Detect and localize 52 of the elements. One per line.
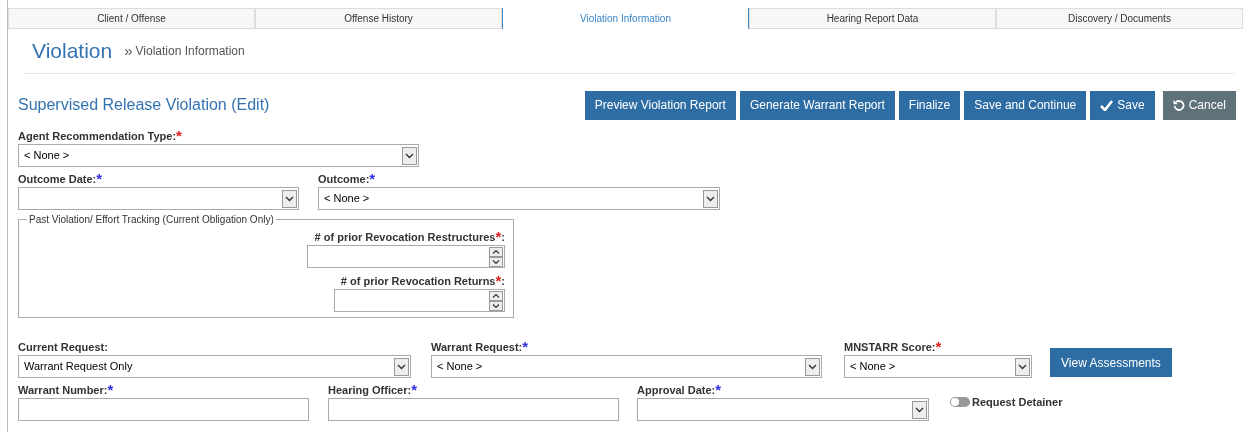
dropdown-caret-icon xyxy=(805,357,820,376)
form-title: Supervised Release Violation (Edit) xyxy=(18,95,271,115)
dropdown[interactable]: < None > xyxy=(844,355,1032,378)
dropdown-caret-icon xyxy=(282,189,297,208)
tab[interactable]: Offense History xyxy=(255,8,502,29)
toggle-switch[interactable] xyxy=(950,397,970,407)
action-button[interactable]: Preview Violation Report xyxy=(584,90,736,120)
dropdown-caret-icon xyxy=(912,400,927,419)
action-button[interactable]: Save and Continue xyxy=(964,90,1087,120)
page-title: Violation xyxy=(32,38,113,65)
field-label: Outcome Date:* xyxy=(18,171,104,187)
dropdown[interactable]: Warrant Request Only xyxy=(18,355,411,378)
dropdown-caret-icon xyxy=(1015,357,1030,376)
action-button[interactable]: Generate Warrant Report xyxy=(739,90,895,120)
check-icon xyxy=(1100,99,1114,111)
tab[interactable]: Discovery / Documents xyxy=(996,8,1243,29)
dropdown[interactable] xyxy=(18,187,299,210)
number-field[interactable] xyxy=(307,245,505,268)
input-field[interactable] xyxy=(18,398,309,421)
field-label: Approval Date:* xyxy=(637,382,723,398)
save-button[interactable]: Save xyxy=(1090,90,1155,120)
dropdown[interactable]: < None > xyxy=(18,144,419,167)
tab[interactable]: Violation Information xyxy=(502,8,749,29)
dropdown-caret-icon xyxy=(394,357,409,376)
undo-icon xyxy=(1172,99,1185,111)
breadcrumb-separator: » xyxy=(124,40,133,61)
dropdown[interactable]: < None > xyxy=(318,187,720,210)
view-assessments-button[interactable]: View Assessments xyxy=(1050,348,1172,377)
action-button[interactable]: Finalize xyxy=(898,90,961,120)
toggle-label: Request Detainer xyxy=(972,394,1063,410)
field-label: MNSTARR Score:* xyxy=(844,339,943,355)
field-label: Hearing Officer:* xyxy=(328,382,418,398)
spinner-arrows-icon xyxy=(489,246,503,267)
field-label: Current Request: xyxy=(18,340,109,355)
breadcrumb: Violation Information xyxy=(135,43,245,60)
field-label: Agent Recommendation Type:* xyxy=(18,128,183,144)
dropdown[interactable] xyxy=(637,398,929,421)
tab[interactable]: Hearing Report Data xyxy=(749,8,996,29)
input-field[interactable] xyxy=(328,398,619,421)
field-label: Outcome:* xyxy=(318,171,377,187)
number-field[interactable] xyxy=(334,289,505,312)
field-label: Warrant Number:* xyxy=(18,382,115,398)
dropdown-caret-icon xyxy=(402,146,417,165)
dropdown-caret-icon xyxy=(703,189,718,208)
field-label: # of prior Revocation Restructures*: xyxy=(314,229,505,245)
tab[interactable]: Client / Offense xyxy=(8,8,255,29)
field-label: Warrant Request:* xyxy=(431,339,530,355)
field-label: # of prior Revocation Returns*: xyxy=(340,273,505,289)
dropdown[interactable]: < None > xyxy=(431,355,822,378)
panel-legend: Past Violation/ Effort Tracking (Current Obligation Only) xyxy=(27,212,276,227)
cancel-button[interactable]: Cancel xyxy=(1162,90,1236,120)
spinner-arrows-icon xyxy=(489,290,503,311)
